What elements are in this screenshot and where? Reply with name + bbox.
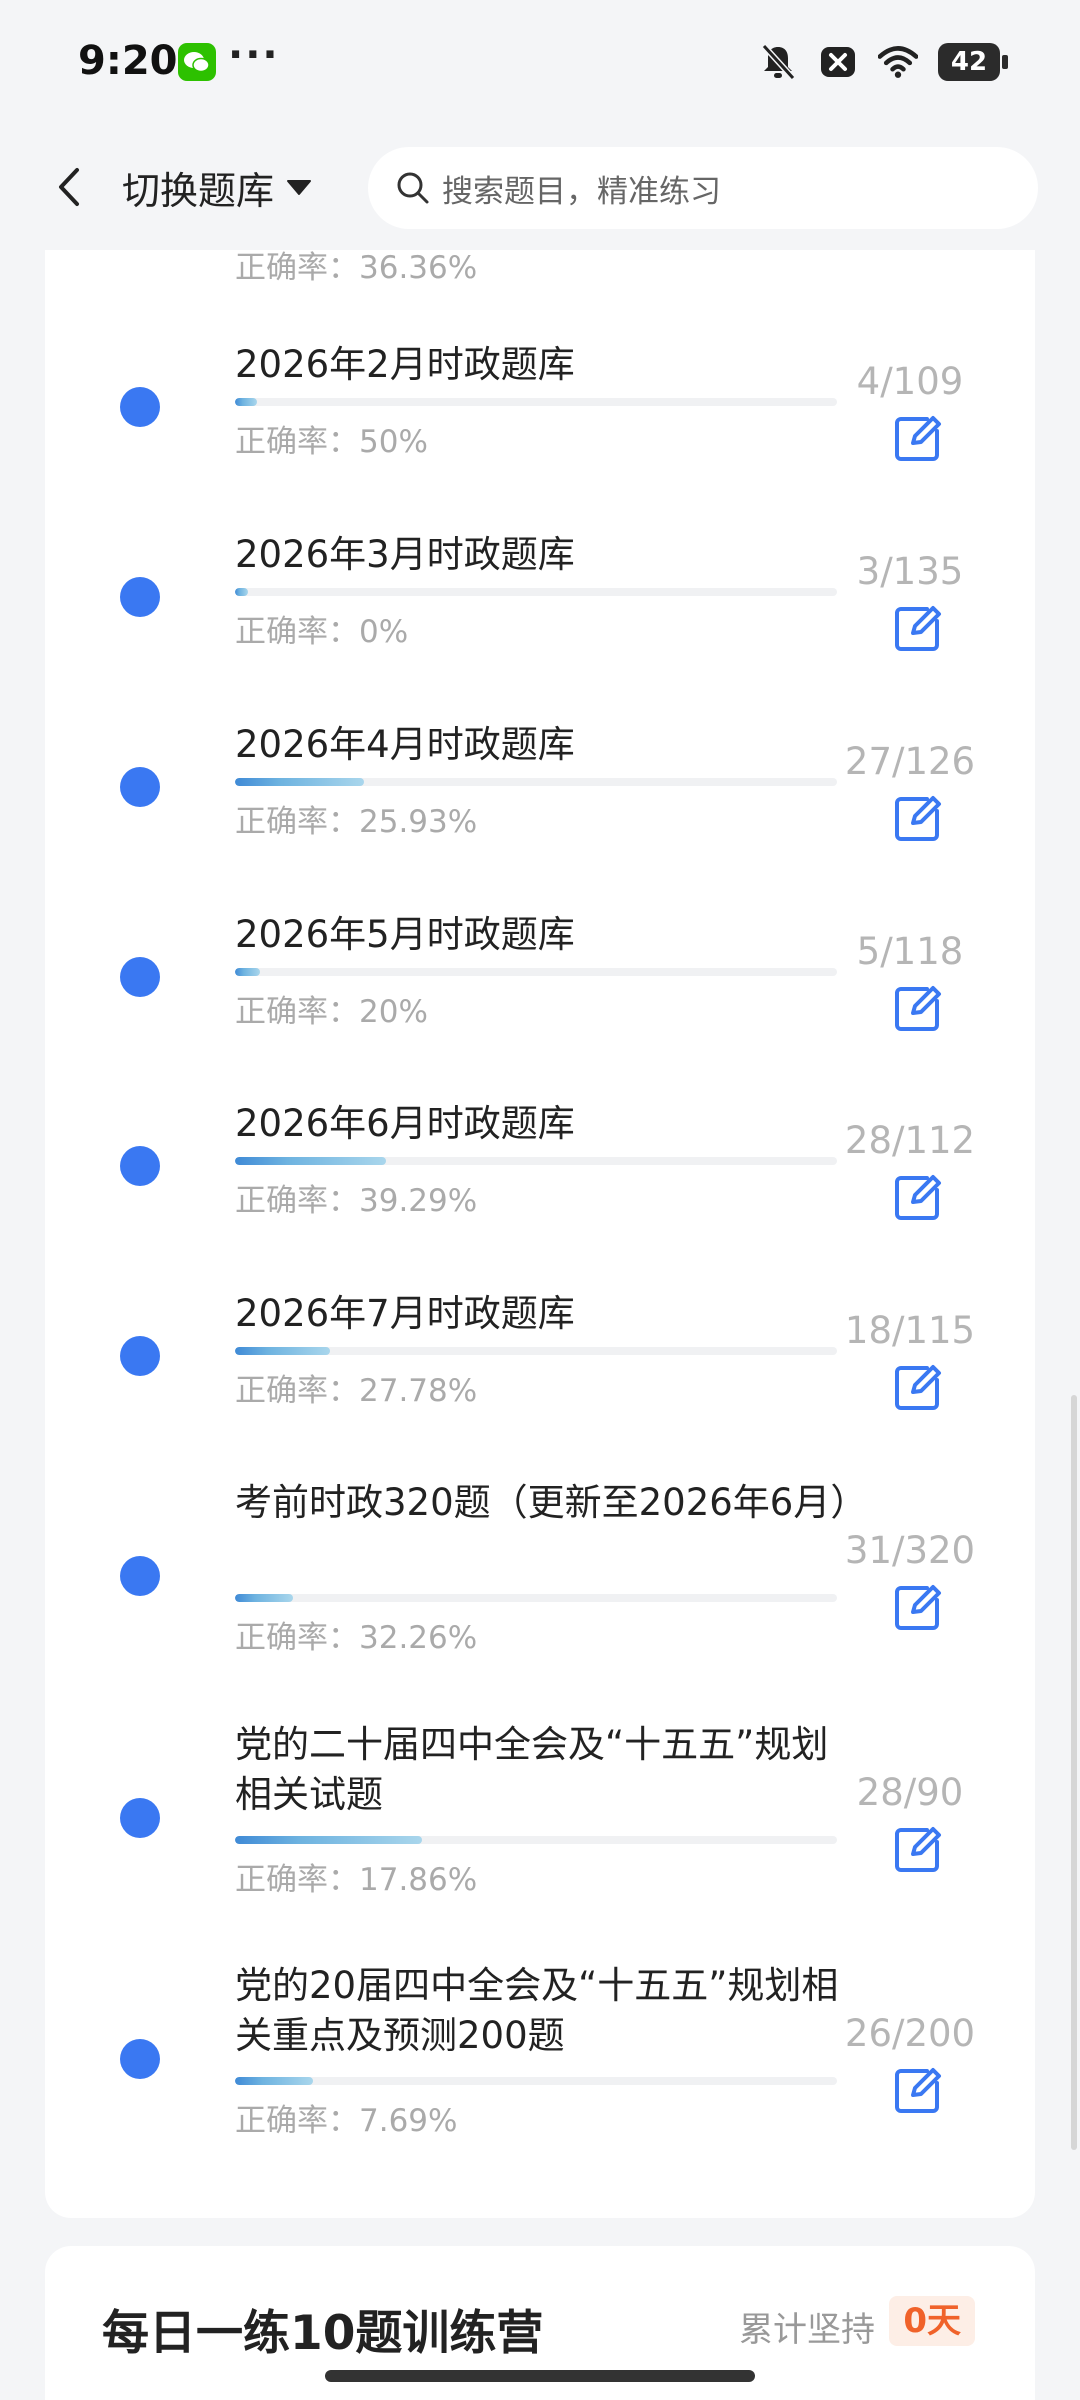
item-progress-fill [235, 1836, 423, 1844]
switch-bank-dropdown[interactable]: 切换题库 [122, 157, 312, 217]
item-progress-fill [235, 2077, 314, 2085]
item-progress-fill [235, 588, 249, 596]
item-count: 5/118 [856, 930, 964, 973]
search-icon [397, 172, 429, 204]
item-correct-rate: 正确率：32.26% [235, 1620, 478, 1656]
item-title: 考前时政320题（更新至2026年6月） [235, 1481, 868, 1524]
item-progress-bar [235, 588, 837, 596]
item-correct-rate: 正确率：39.29% [235, 1183, 478, 1219]
item-progress-fill [235, 1157, 386, 1165]
item-correct-rate: 正确率：20% [235, 994, 428, 1030]
item-progress-bar [235, 1347, 837, 1355]
edit-icon[interactable] [889, 1360, 945, 1416]
question-bank-list: 正确率：36.36% 2026年2月时政题库 正确率：50% 4/109 2026年3… [45, 150, 1035, 2218]
item-count: 27/126 [844, 740, 976, 783]
item-progress-fill [235, 1594, 294, 1602]
header: 切换题库 搜索题目，精准练习 [0, 125, 1080, 250]
item-progress-fill [235, 778, 364, 786]
item-title: 2026年5月时政题库 [235, 913, 575, 956]
wifi-icon [878, 42, 918, 82]
back-button[interactable] [40, 157, 100, 217]
item-progress-bar [235, 968, 837, 976]
item-count: 28/90 [856, 1771, 964, 1814]
item-title: 党的20届四中全会及“十五五”规划相关重点及预测200题 [235, 1964, 839, 2057]
item-dot [120, 767, 160, 807]
edit-icon[interactable] [889, 791, 945, 847]
edit-icon[interactable] [889, 411, 945, 467]
item-dot [120, 1798, 160, 1838]
search-placeholder: 搜索题目，精准练习 [442, 173, 721, 210]
item-count: 3/135 [856, 550, 964, 593]
item-title: 2026年4月时政题库 [235, 723, 575, 766]
item-progress-bar [235, 1157, 837, 1165]
item-progress-bar [235, 778, 837, 786]
item-progress-bar [235, 1836, 837, 1844]
item-count: 28/112 [844, 1119, 976, 1162]
item-progress-bar [235, 2077, 837, 2085]
item-title: 2026年2月时政题库 [235, 343, 575, 386]
item-dot [120, 2039, 160, 2079]
battery-level: 42 [950, 47, 988, 77]
item-correct-rate: 正确率：17.86% [235, 1862, 478, 1898]
item-correct-rate: 正确率：0% [235, 614, 409, 650]
close-notification-icon [818, 42, 858, 82]
item-dot [120, 387, 160, 427]
scrollbar[interactable] [1071, 1395, 1077, 2150]
status-icons: 42 [758, 40, 1008, 84]
page: 9:20 ··· 42 正确率：36.36% 2026年2月时政题库 正确率：5… [0, 0, 1080, 2400]
item-dot [120, 1336, 160, 1376]
item-correct-rate: 正确率：27.78% [235, 1373, 478, 1409]
item-dot [120, 1146, 160, 1186]
item-correct-rate: 正确率：50% [235, 424, 428, 460]
edit-icon[interactable] [889, 981, 945, 1037]
switch-bank-label: 切换题库 [122, 168, 275, 213]
item-count: 31/320 [844, 1529, 976, 1572]
search-input[interactable]: 搜索题目，精准练习 [368, 147, 1038, 229]
item-count: 26/200 [844, 2012, 976, 2055]
item-progress-bar [235, 1594, 837, 1602]
item-title: 2026年6月时政题库 [235, 1102, 575, 1145]
item-dot [120, 957, 160, 997]
status-time: 9:20 [78, 38, 178, 84]
edit-icon[interactable] [889, 1170, 945, 1226]
edit-icon[interactable] [889, 601, 945, 657]
status-bar: 9:20 ··· 42 [0, 0, 1080, 125]
item-dot [120, 1556, 160, 1596]
caret-down-icon [287, 180, 312, 195]
streak-label: 累计坚持 [739, 2310, 875, 2350]
item-dot [120, 577, 160, 617]
wechat-icon [178, 43, 216, 81]
edit-icon[interactable] [889, 1822, 945, 1878]
item-title: 2026年3月时政题库 [235, 533, 575, 576]
item-count: 18/115 [844, 1309, 976, 1352]
edit-icon[interactable] [889, 1580, 945, 1636]
item-progress-fill [235, 1347, 330, 1355]
item-progress-bar [235, 398, 837, 406]
item-count: 4/109 [856, 360, 964, 403]
status-more-icon: ··· [228, 32, 280, 78]
edit-icon[interactable] [889, 2063, 945, 2119]
home-indicator[interactable] [325, 2370, 755, 2382]
item-progress-fill [235, 968, 261, 976]
battery-icon: 42 [938, 43, 1008, 81]
chevron-left-icon [59, 168, 79, 206]
item-title: 2026年7月时政题库 [235, 1292, 575, 1335]
daily-practice-title: 每日一练10题训练营 [102, 2306, 544, 2361]
item-correct-rate: 正确率：25.93% [235, 804, 478, 840]
item-progress-fill [235, 398, 258, 406]
item-title: 党的二十届四中全会及“十五五”规划相关试题 [235, 1723, 829, 1816]
mute-bell-icon [758, 42, 798, 82]
item-correct-rate: 正确率：7.69% [235, 2103, 458, 2139]
streak-badge: 0天 [889, 2296, 975, 2346]
